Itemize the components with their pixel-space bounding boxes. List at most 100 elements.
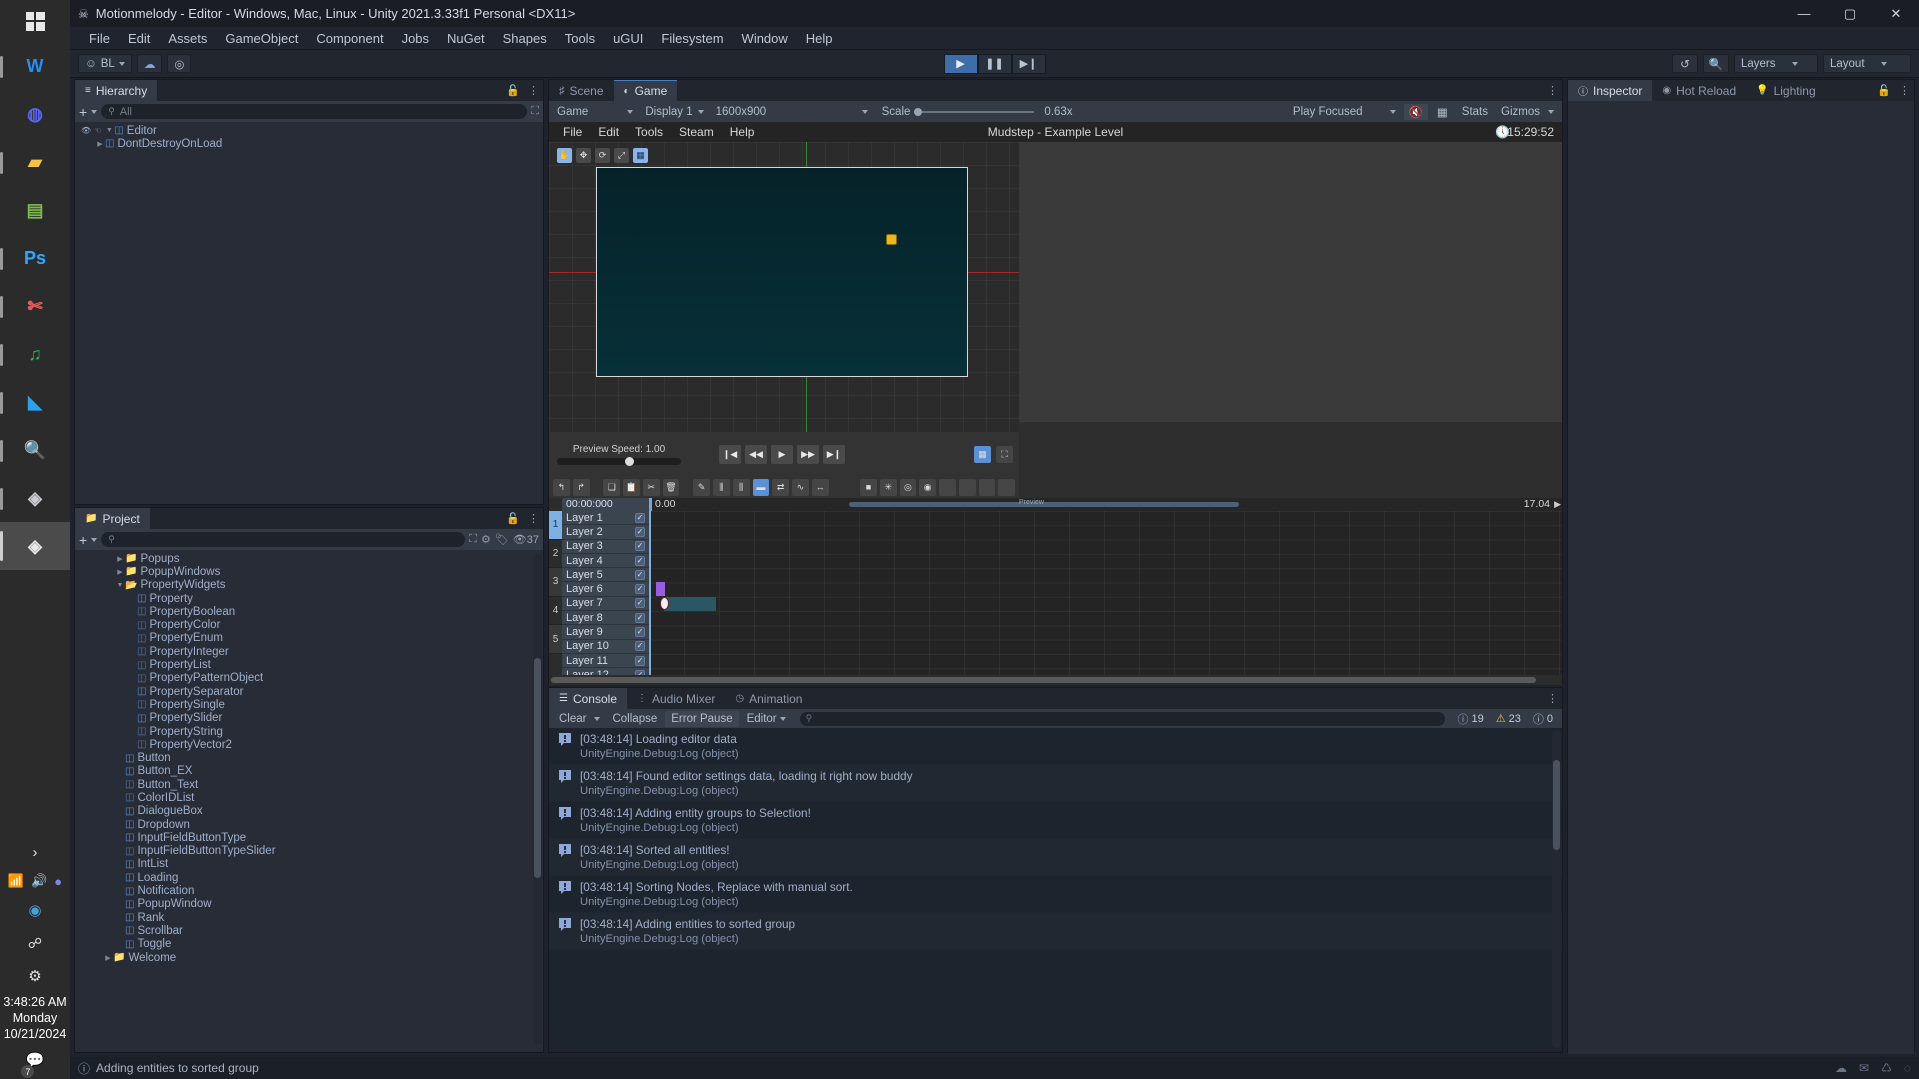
fast-forward-button[interactable]: ▶▶ (797, 444, 819, 464)
project-row[interactable]: ◫ IntList (75, 858, 543, 871)
kebab-menu-icon[interactable]: ⋮ (1547, 84, 1558, 97)
layer-row[interactable]: Layer 7 ✓ (562, 596, 649, 612)
kebab-menu-icon[interactable]: ⋮ (528, 84, 539, 97)
tab-hierarchy[interactable]: ≡ Hierarchy (75, 80, 158, 101)
scale-tool-icon[interactable]: ⤢ (614, 148, 629, 163)
menu-gameobject[interactable]: GameObject (216, 27, 307, 50)
menu-edit[interactable]: Edit (119, 27, 159, 50)
menu-ugui[interactable]: uGUI (604, 27, 652, 50)
display-dropdown[interactable]: Display 1 (641, 104, 707, 120)
layer-row[interactable]: Layer 11 ✓ (562, 653, 649, 669)
move-tool-icon[interactable]: ✥ (576, 148, 591, 163)
game-menu-steam[interactable]: Steam (671, 125, 722, 139)
layers-dropdown[interactable]: Layers (1734, 54, 1818, 73)
timeline-grid[interactable] (649, 511, 1562, 683)
project-row[interactable]: ◫ PropertySingle (75, 698, 543, 711)
expand-arrow-icon[interactable]: ▶ (115, 555, 125, 563)
note-star-button[interactable]: ✳ (879, 478, 897, 496)
project-row[interactable]: ▶ 📁 Popups (75, 552, 543, 565)
wifi-icon[interactable]: 📶 (8, 873, 24, 889)
lock-icon[interactable]: 🔓 (506, 84, 520, 97)
paste-button[interactable]: 📋 (623, 478, 640, 496)
yellow-node-marker[interactable] (886, 234, 897, 245)
redo-button[interactable]: ↱ (572, 478, 590, 496)
step-button[interactable]: ▶❙ (1011, 53, 1046, 74)
volume-icon[interactable]: 🔊 (31, 873, 47, 889)
console-log-row[interactable]: [03:48:14] Adding entity groups to Selec… (549, 802, 1562, 839)
pan-tool-icon[interactable]: ✋ (557, 148, 572, 163)
menu-filesystem[interactable]: Filesystem (652, 27, 732, 50)
project-scrollbar-thumb[interactable] (534, 658, 541, 878)
kebab-menu-icon[interactable]: ⋮ (1899, 84, 1910, 97)
copy-button[interactable]: ❏ (603, 478, 621, 496)
scale-slider[interactable] (914, 107, 1035, 116)
console-scrollbar-thumb[interactable] (1553, 760, 1560, 850)
mirror-button[interactable]: ⇄ (772, 478, 789, 496)
stage-bounds-rect[interactable] (596, 167, 968, 377)
expand-arrow-icon[interactable]: ▶ (115, 568, 125, 576)
expand-arrow-icon[interactable]: ▶ (103, 954, 113, 962)
chevron-down-icon[interactable] (91, 537, 98, 542)
start-button[interactable] (0, 0, 70, 42)
add-gameobject-button[interactable]: + (79, 105, 87, 119)
cloud-status-icon[interactable]: ♺ (1881, 1061, 1892, 1075)
visibility-eye-icon[interactable]: 👁 (81, 126, 91, 135)
menu-jobs[interactable]: Jobs (393, 27, 438, 50)
close-button[interactable]: ✕ (1873, 0, 1919, 27)
account-dropdown[interactable]: ☺ BL (78, 54, 132, 73)
clear-button[interactable]: Clear (553, 711, 592, 727)
project-row[interactable]: ◫ Button_EX (75, 765, 543, 778)
brush-tool-button[interactable]: ✎ (693, 478, 710, 496)
layer-visibility-checkbox[interactable]: ✓ (635, 612, 645, 623)
select-mode-button[interactable]: ▬ (752, 478, 770, 496)
tab-inspector[interactable]: ⓘ Inspector (1568, 80, 1653, 101)
notification-center-button[interactable]: 💬 7 (21, 1045, 44, 1078)
grid-tool-icon[interactable]: ▦ (633, 148, 648, 163)
console-search-input[interactable]: ⚲ (799, 711, 1445, 726)
create-asset-button[interactable]: + (79, 533, 87, 547)
project-row[interactable]: ◫ Rank (75, 911, 543, 924)
layer-row[interactable]: Layer 2 ✓ (562, 525, 649, 540)
project-row[interactable]: ◫ Button (75, 751, 543, 764)
layer-visibility-checkbox[interactable]: ✓ (635, 526, 645, 537)
gizmos-button[interactable]: Gizmos (1497, 106, 1544, 118)
steam-tray-icon[interactable]: ◉ (28, 895, 41, 925)
collapse-button[interactable]: Collapse (606, 711, 663, 727)
menu-assets[interactable]: Assets (159, 27, 216, 50)
maximize-button[interactable]: ▢ (1827, 0, 1873, 27)
taskbar-screen-snip[interactable]: ✄ (0, 282, 70, 330)
project-row[interactable]: ◫ PropertyString (75, 725, 543, 738)
scale-slider-knob[interactable] (914, 107, 923, 116)
layer-row[interactable]: Layer 4 ✓ (562, 553, 649, 569)
kebab-menu-icon[interactable]: ⋮ (528, 512, 539, 525)
tray-clock[interactable]: 3:48:26 AM Monday 10/21/2024 (3, 994, 66, 1042)
layer-visibility-checkbox[interactable]: ✓ (635, 512, 645, 523)
pickability-icon[interactable]: ☜ (94, 126, 101, 135)
taskbar-visual-studio-code[interactable]: ◣ (0, 378, 70, 426)
layer-visibility-checkbox[interactable]: ✓ (635, 555, 645, 566)
discord-tray-icon[interactable]: ● (54, 874, 62, 889)
error-count[interactable]: ⓘ 0 (1528, 711, 1558, 727)
timeline-hscrollbar[interactable] (549, 675, 1562, 685)
measure-number[interactable]: 5 (549, 625, 562, 654)
game-canvas[interactable]: File Edit Tools Steam Help Mudstep - Exa… (549, 122, 1562, 685)
window-snap-button[interactable]: ▦ (974, 445, 991, 463)
game-menu-file[interactable]: File (555, 125, 590, 139)
tab-game[interactable]: ◐ Game (613, 80, 678, 101)
tab-animation[interactable]: ◷ Animation (725, 688, 812, 709)
stats-button[interactable]: Stats (1457, 106, 1493, 118)
taskbar-file-explorer[interactable]: ▰ (0, 138, 70, 186)
layer-row[interactable]: Layer 6 ✓ (562, 582, 649, 597)
delete-button[interactable]: 🗑 (662, 478, 680, 496)
project-row[interactable]: ◫ PropertySeparator (75, 685, 543, 698)
timeline-playhead[interactable] (649, 511, 651, 683)
fullscreen-button[interactable]: ⛶ (996, 445, 1013, 463)
editor-filter-dropdown[interactable]: Editor (741, 711, 792, 727)
project-row[interactable]: ◫ ColorIDList (75, 791, 543, 804)
chevron-down-icon[interactable] (91, 109, 98, 114)
measure-number[interactable]: 3 (549, 568, 562, 597)
play-focused-dropdown[interactable]: Play Focused (1289, 104, 1400, 120)
timeline-hscroll-thumb[interactable] (551, 677, 1536, 683)
taskbar-everything-search[interactable]: 🔍 (0, 426, 70, 474)
menu-help[interactable]: Help (797, 27, 842, 50)
